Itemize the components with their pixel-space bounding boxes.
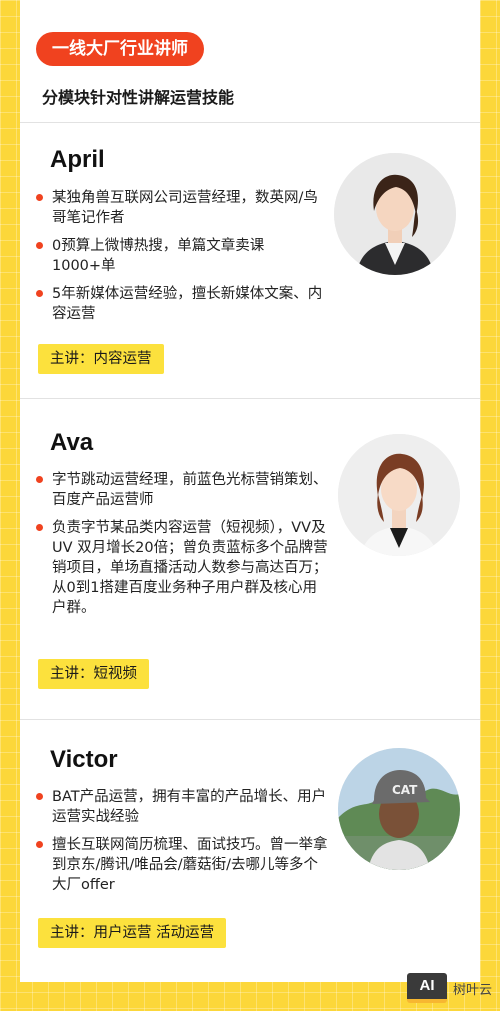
- instructor-section-april: April 某独角兽互联网公司运营经理，数英网/鸟哥笔记作者 0预算上微博热搜，…: [20, 122, 480, 398]
- instructor-section-ava: Ava 字节跳动运营经理，前蓝色光标营销策划、百度产品运营师 负责字节某品类内容…: [20, 398, 480, 719]
- instructor-bullets: 某独角兽互联网公司运营经理，数英网/鸟哥笔记作者 0预算上微博热搜，单篇文章卖课…: [34, 188, 324, 332]
- topic-tag: 主讲：用户运营 活动运营: [38, 918, 227, 948]
- bullet-dot-icon: [36, 290, 43, 297]
- list-item: 负责字节某品类内容运营（短视频），VV及UV 双月增长20倍；曾负责蓝标多个品牌…: [34, 518, 330, 618]
- bullet-dot-icon: [36, 242, 43, 249]
- instructor-bullets: BAT产品运营，拥有丰富的产品增长、用户运营实战经验 擅长互联网简历梳理、面试技…: [34, 787, 330, 903]
- instructor-avatar: [338, 434, 460, 556]
- portrait-man-cap-icon: CAT: [338, 748, 460, 870]
- content-card: 一线大厂行业讲师 分模块针对性讲解运营技能 April 某独角兽互联网公司运营经…: [20, 0, 480, 982]
- bullet-dot-icon: [36, 793, 43, 800]
- instructor-bullets: 字节跳动运营经理，前蓝色光标营销策划、百度产品运营师 负责字节某品类内容运营（短…: [34, 470, 330, 626]
- list-item: 字节跳动运营经理，前蓝色光标营销策划、百度产品运营师: [34, 470, 330, 510]
- ai-logo-icon: AI: [406, 973, 447, 1003]
- bullet-dot-icon: [36, 194, 43, 201]
- list-item: 擅长互联网简历梳理、面试技巧。曾一举拿到京东/腾讯/唯品会/蘑菇街/去哪儿等多个…: [34, 835, 330, 895]
- list-item: 某独角兽互联网公司运营经理，数英网/鸟哥笔记作者: [34, 188, 324, 228]
- portrait-woman-icon: [338, 434, 460, 556]
- topic-tag: 主讲：内容运营: [38, 344, 164, 374]
- bullet-dot-icon: [36, 524, 43, 531]
- watermark: AI 树叶云: [406, 973, 492, 1003]
- instructor-name: Ava: [50, 429, 94, 456]
- instructor-name: Victor: [50, 746, 118, 773]
- watermark-text: 树叶云: [452, 982, 492, 998]
- topic-tag: 主讲：短视频: [38, 659, 149, 689]
- svg-text:CAT: CAT: [392, 783, 418, 797]
- list-item: BAT产品运营，拥有丰富的产品增长、用户运营实战经验: [34, 787, 330, 827]
- instructor-section-victor: Victor BAT产品运营，拥有丰富的产品增长、用户运营实战经验 擅长互联网简…: [20, 719, 480, 982]
- bullet-dot-icon: [36, 476, 43, 483]
- instructor-avatar: [334, 153, 456, 275]
- instructor-name: April: [50, 146, 105, 173]
- page-subtitle: 分模块针对性讲解运营技能: [42, 88, 235, 107]
- list-item: 0预算上微博热搜，单篇文章卖课1000+单: [34, 236, 324, 276]
- instructor-avatar: CAT: [338, 748, 460, 870]
- bullet-dot-icon: [36, 841, 43, 848]
- list-item: 5年新媒体运营经验，擅长新媒体文案、内容运营: [34, 284, 324, 324]
- header-badge: 一线大厂行业讲师: [36, 32, 204, 66]
- portrait-woman-icon: [334, 153, 456, 275]
